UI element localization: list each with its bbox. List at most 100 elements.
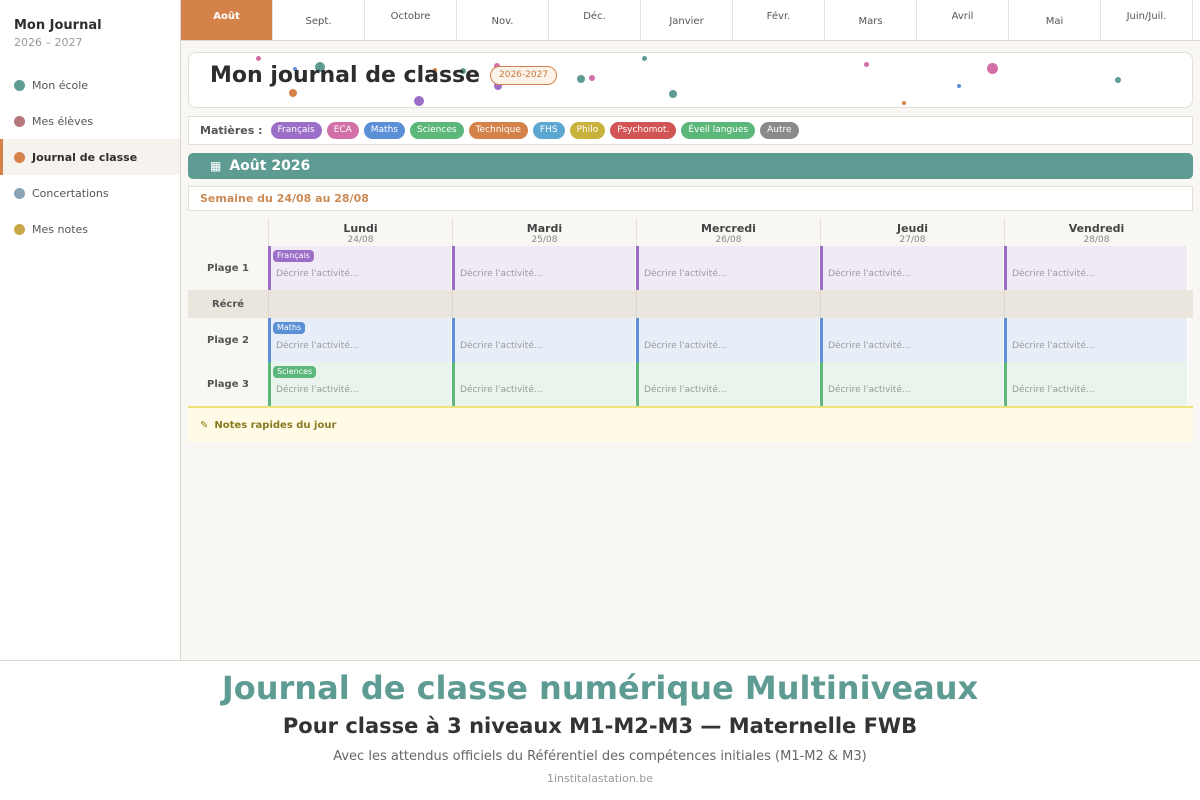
activity-cell[interactable]: Sciences Décrire l'activité... (268, 362, 452, 406)
timetable-row: Plage 1 Français Décrire l'activité... Décr… (188, 246, 1193, 290)
activity-cell[interactable]: Décrire l'activité... (636, 246, 820, 290)
sidebar-item-label: Mon école (32, 78, 89, 92)
timetable: Lundi 24/08 Mardi 25/08 Mercredi 26/08 Jeudi 27… (188, 218, 1193, 406)
day-header: Mercredi 26/08 (636, 218, 820, 246)
confetti-dot (987, 63, 998, 74)
subject-chip[interactable]: Éveil langues (681, 122, 756, 139)
timetable-row: Plage 3 Sciences Décrire l'activité... Décr… (188, 362, 1193, 406)
subject-chip[interactable]: Philo (569, 122, 606, 139)
tab-month[interactable]: Avril (917, 0, 1009, 40)
subject-chip[interactable]: Psychomot. (610, 122, 677, 139)
footer: Journal de classe numérique Multiniveaux… (0, 660, 1200, 800)
activity-cell[interactable]: Décrire l'activité... (636, 318, 820, 362)
subjects-label: Matières : (200, 124, 263, 137)
confetti-dot (957, 84, 961, 88)
activity-cell[interactable]: Maths Décrire l'activité... (268, 318, 452, 362)
tab-month[interactable]: Janvier (641, 0, 733, 40)
day-name: Jeudi (896, 222, 929, 235)
activity-cell[interactable]: Décrire l'activité... (452, 246, 636, 290)
subject-chip[interactable]: Autre (760, 122, 799, 139)
header-card: Mon journal de classe 2026-2027 (188, 52, 1193, 108)
activity-placeholder: Décrire l'activité... (460, 269, 543, 279)
day-header: Mardi 25/08 (452, 218, 636, 246)
day-name: Mardi (526, 222, 563, 235)
footer-site: 1institalastation.be (546, 772, 654, 785)
subject-chip[interactable]: Français (270, 122, 322, 139)
activity-cell[interactable]: Décrire l'activité... (452, 318, 636, 362)
month-label: Août 2026 (229, 158, 311, 174)
activity-cell[interactable]: Décrire l'activité... (1004, 246, 1188, 290)
day-name: Vendredi (1068, 222, 1125, 235)
day-date: 26/08 (715, 235, 742, 245)
week-label: Semaine du 24/08 au 28/08 (188, 186, 1193, 211)
tab-month[interactable]: Févr. (733, 0, 825, 40)
subject-chip[interactable]: Sciences (409, 122, 464, 139)
footer-description: Avec les attendus officiels du Référenti… (333, 749, 867, 764)
tab-month[interactable]: Déc. (549, 0, 641, 40)
day-date: 25/08 (531, 235, 558, 245)
activity-placeholder: Décrire l'activité... (276, 341, 359, 351)
tab-month[interactable]: Août (181, 0, 273, 40)
activity-cell[interactable]: Décrire l'activité... (636, 362, 820, 406)
month-banner[interactable]: ▦ Août 2026 (188, 153, 1193, 179)
confetti-dot (902, 101, 906, 105)
confetti-dot (256, 56, 261, 61)
day-date: 27/08 (899, 235, 926, 245)
activity-placeholder: Décrire l'activité... (460, 385, 543, 395)
sidebar-item-mes-eleves[interactable]: Mes élèves (0, 103, 180, 139)
day-header: Jeudi 27/08 (820, 218, 1004, 246)
activity-placeholder: Décrire l'activité... (460, 341, 543, 351)
day-header: Lundi 24/08 (268, 218, 452, 246)
timetable-row: Plage 2 Maths Décrire l'activité... Décrire… (188, 318, 1193, 362)
activity-cell[interactable]: Décrire l'activité... (1004, 318, 1188, 362)
brand-title: Mon Journal (14, 18, 102, 33)
subject-chip[interactable]: FHS (532, 122, 565, 139)
subject-chip[interactable]: Maths (363, 122, 405, 139)
subject-chip[interactable]: Technique (468, 122, 528, 139)
activity-cell[interactable]: Décrire l'activité... (820, 246, 1004, 290)
day-header: Vendredi 28/08 (1004, 218, 1188, 246)
recre-cell (268, 290, 452, 318)
nav-dot-icon (14, 223, 25, 235)
month-tabs: Août Sept. Octobre Nov. Déc. Janvier Févr. Mars… (181, 0, 1200, 41)
tab-month[interactable]: Nov. (457, 0, 549, 40)
page-title: Mon journal de classe (210, 63, 481, 88)
tab-month[interactable]: Sept. (273, 0, 365, 40)
confetti-dot (289, 89, 297, 97)
tab-month[interactable]: Mars (825, 0, 917, 40)
activity-placeholder: Décrire l'activité... (1012, 269, 1095, 279)
activity-placeholder: Décrire l'activité... (644, 269, 727, 279)
activity-cell[interactable]: Décrire l'activité... (820, 362, 1004, 406)
recre-cell (636, 290, 820, 318)
sidebar-item-journal[interactable]: Journal de classe (0, 139, 180, 175)
confetti-dot (1115, 77, 1121, 83)
sidebar-item-mon-ecole[interactable]: Mon école (0, 67, 180, 103)
activity-cell[interactable]: Décrire l'activité... (820, 318, 1004, 362)
activity-cell[interactable]: Décrire l'activité... (1004, 362, 1188, 406)
quick-notes[interactable]: ✎ Notes rapides du jour (188, 406, 1193, 442)
confetti-dot (414, 96, 424, 106)
tab-month[interactable]: Juin/Juil. (1101, 0, 1193, 40)
row-label: Plage 3 (207, 378, 249, 390)
tab-month[interactable]: Octobre (365, 0, 457, 40)
sidebar-item-label: Journal de classe (32, 150, 138, 164)
sidebar-item-concertations[interactable]: Concertations (0, 175, 180, 211)
tab-month[interactable]: Mai (1009, 0, 1101, 40)
timetable-header: Lundi 24/08 Mardi 25/08 Mercredi 26/08 Jeudi 27… (188, 218, 1193, 246)
footer-title: Journal de classe numérique Multiniveaux (221, 669, 979, 707)
subject-chip[interactable]: ECA (326, 122, 359, 139)
day-name: Mercredi (701, 222, 756, 235)
brand-years: 2026 – 2027 (14, 36, 83, 49)
activity-cell[interactable]: Français Décrire l'activité... (268, 246, 452, 290)
day-date: 24/08 (347, 235, 374, 245)
sidebar-item-label: Mes élèves (32, 114, 94, 128)
confetti-dot (577, 75, 585, 83)
subject-tag: Français (273, 250, 314, 262)
activity-placeholder: Décrire l'activité... (644, 385, 727, 395)
footer-subtitle: Pour classe à 3 niveaux M1-M2-M3 — Mater… (282, 714, 918, 738)
sidebar-item-mes-notes[interactable]: Mes notes (0, 211, 180, 247)
day-name: Lundi (343, 222, 378, 235)
recre-cell (1004, 290, 1188, 318)
recre-row: Récré (188, 290, 1193, 318)
activity-cell[interactable]: Décrire l'activité... (452, 362, 636, 406)
